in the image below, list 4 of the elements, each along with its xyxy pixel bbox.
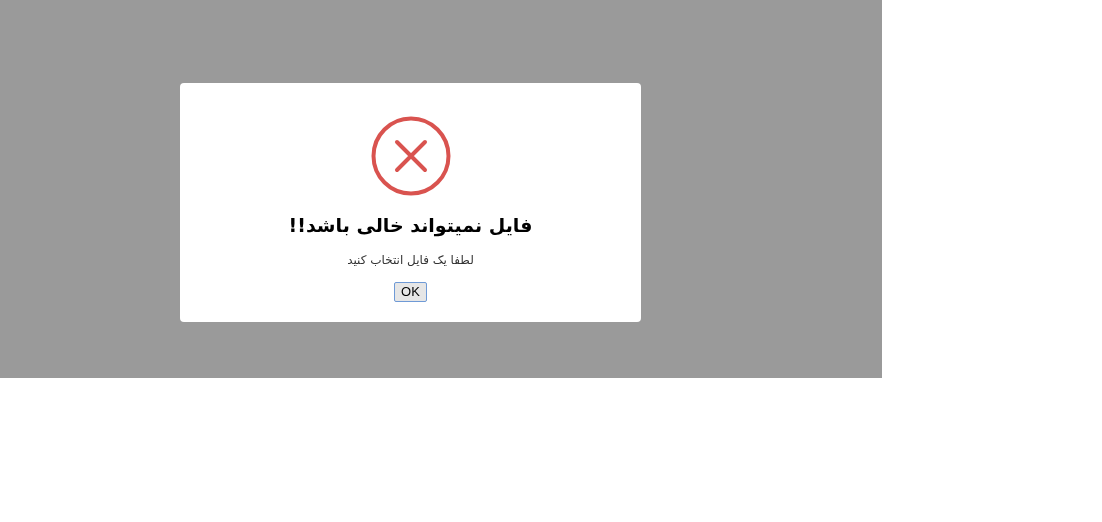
error-icon bbox=[370, 116, 451, 196]
dialog-title: فایل نمیتواند خالی باشد!! bbox=[288, 213, 533, 237]
dialog-message: لطفا یک فایل انتخاب کنید bbox=[347, 252, 474, 268]
ok-button[interactable]: OK bbox=[394, 282, 427, 302]
